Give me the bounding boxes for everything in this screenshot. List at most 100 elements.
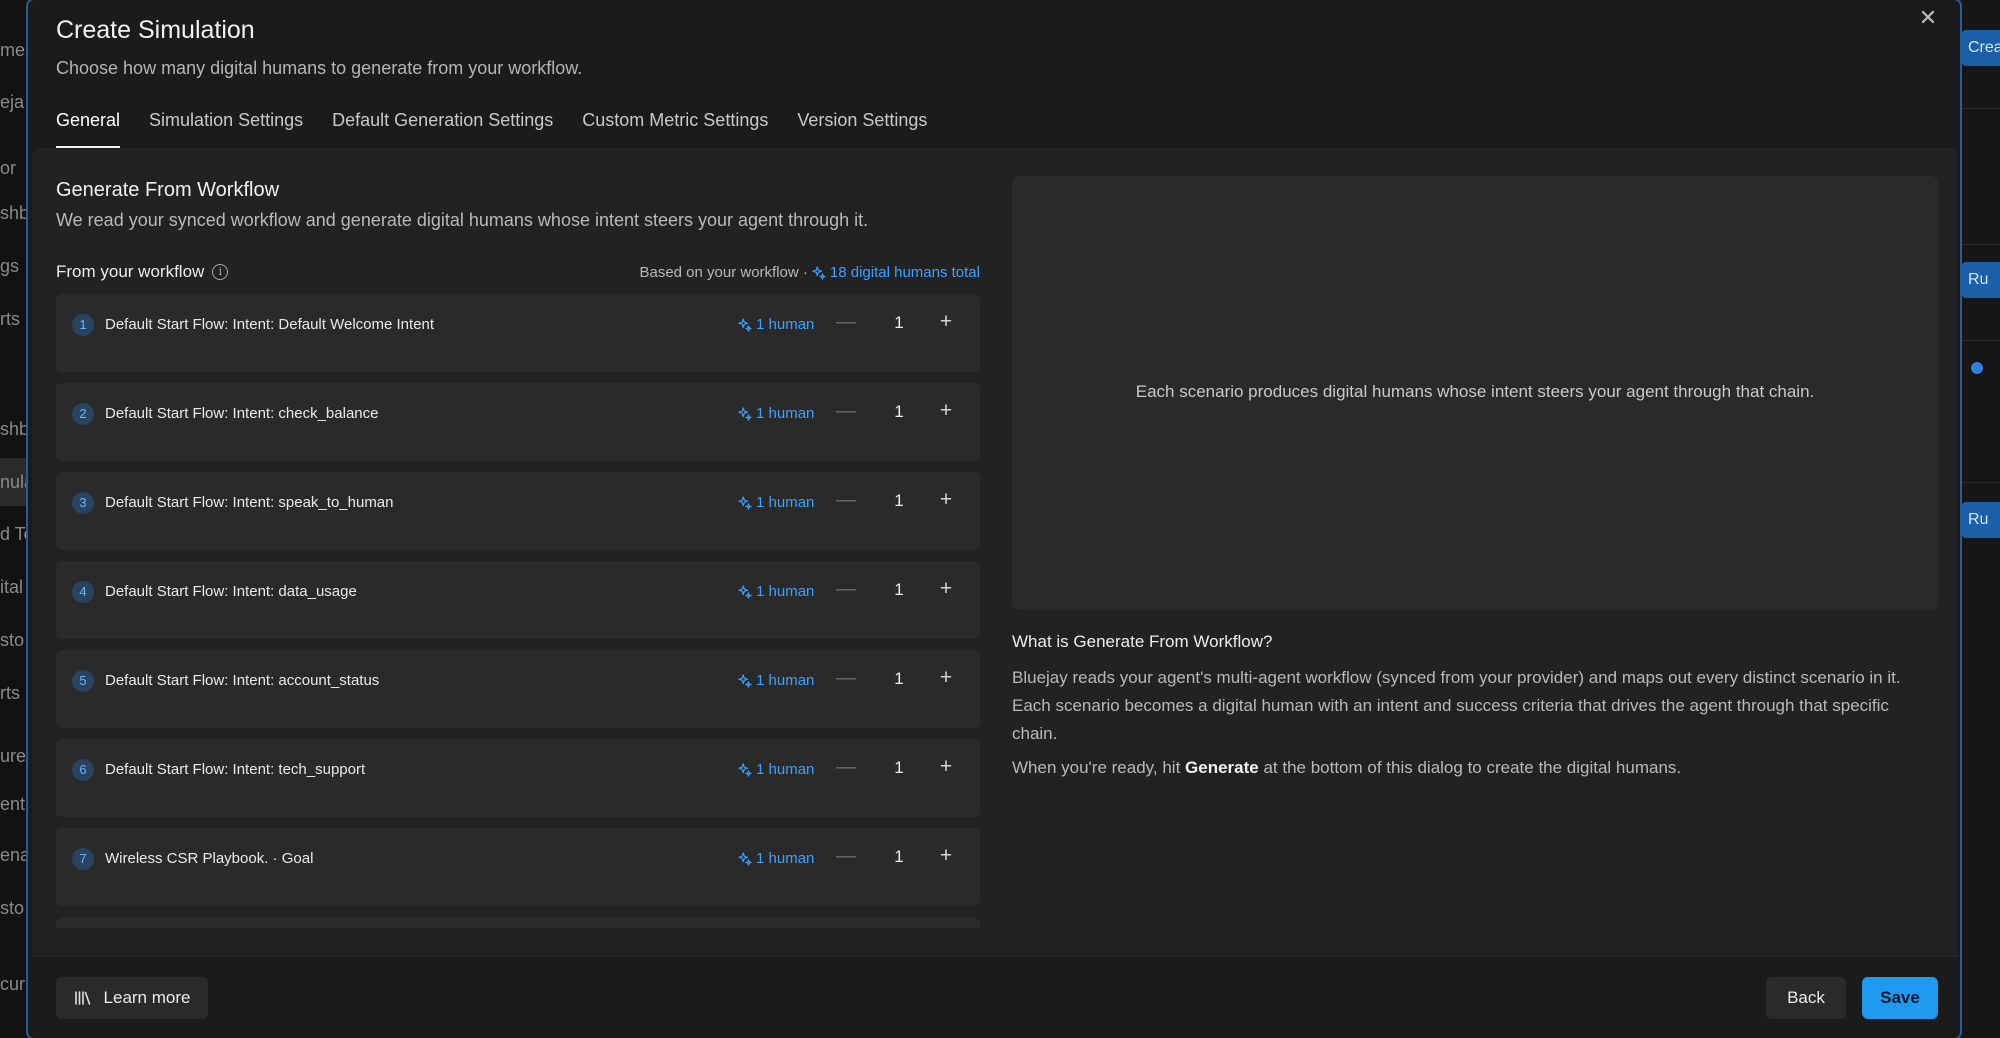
quantity-value[interactable]: 1 xyxy=(886,844,912,870)
background-sidebar-text: cur xyxy=(0,974,26,994)
decrement-button[interactable]: — xyxy=(834,575,858,603)
background-main: Creat Ru Ru xyxy=(1962,0,2000,1038)
humans-link[interactable]: 1 human xyxy=(738,405,814,422)
humans-count-text: 1 human xyxy=(756,583,815,600)
increment-button[interactable]: + xyxy=(934,308,958,336)
background-sidebar-text: sto xyxy=(0,630,25,650)
background-sidebar-text: ent xyxy=(0,794,26,814)
tab-custom-metric-settings[interactable]: Custom Metric Settings xyxy=(582,110,768,148)
tab-simulation-settings[interactable]: Simulation Settings xyxy=(149,110,303,148)
close-icon[interactable]: ✕ xyxy=(1914,4,1942,32)
humans-link[interactable]: 1 human xyxy=(738,316,814,333)
scenario-label: Default Start Flow: Intent: Default Welc… xyxy=(105,316,435,333)
preview-text: Each scenario produces digital humans wh… xyxy=(1135,382,1815,401)
learn-more-label: Learn more xyxy=(103,988,191,1007)
quantity-value[interactable]: 1 xyxy=(886,310,912,336)
based-on-text: Based on your workflow · xyxy=(639,264,808,281)
quantity-value[interactable]: 1 xyxy=(886,399,912,425)
quantity-value[interactable]: 1 xyxy=(886,666,912,692)
tab-version-settings[interactable]: Version Settings xyxy=(797,110,927,148)
scenario-label: Default Start Flow: Intent: account_stat… xyxy=(105,672,380,689)
background-sidebar-text: rts xyxy=(0,683,20,703)
workflow-summary: Based on your workflow · 18 digital huma… xyxy=(639,264,980,281)
learn-more-button[interactable]: Learn more xyxy=(56,977,208,1019)
library-icon xyxy=(74,991,90,1005)
decrement-button[interactable]: — xyxy=(834,486,858,514)
increment-button[interactable]: + xyxy=(934,753,958,781)
humans-link[interactable]: 1 human xyxy=(738,850,814,867)
help-instructions: When you're ready, hit Generate at the b… xyxy=(1012,754,1938,782)
background-sidebar-text: sto xyxy=(0,898,25,918)
increment-button[interactable]: + xyxy=(934,575,958,603)
create-simulation-dialog: ✕ Create Simulation Choose how many digi… xyxy=(26,0,1962,1038)
humans-count-text: 1 human xyxy=(756,405,815,422)
background-sidebar-text: or xyxy=(0,158,17,178)
scenario-label: Wireless CSR Playbook. · Goal xyxy=(105,850,314,867)
humans-count-text: 1 human xyxy=(756,316,815,333)
background-sidebar-text: ital xyxy=(0,577,24,597)
decrement-button[interactable]: — xyxy=(834,664,858,692)
sparkle-icon xyxy=(812,265,826,280)
quantity-value[interactable]: 1 xyxy=(886,577,912,603)
scenario-number: 1 xyxy=(72,314,94,336)
workflow-label: From your workflow xyxy=(56,262,205,281)
background-sidebar-text: nula xyxy=(0,472,28,492)
help-instructions-post: at the bottom of this dialog to create t… xyxy=(1258,758,1682,777)
increment-button[interactable]: + xyxy=(934,842,958,870)
sparkle-icon xyxy=(738,851,752,866)
sparkle-icon xyxy=(738,762,752,777)
scenario-label: Default Start Flow: Intent: data_usage xyxy=(105,583,357,600)
decrement-button[interactable]: — xyxy=(834,842,858,870)
increment-button[interactable]: + xyxy=(934,486,958,514)
background-create-button: Creat xyxy=(1962,30,2000,66)
decrement-button[interactable]: — xyxy=(834,397,858,425)
scenario-number: 7 xyxy=(72,848,94,870)
info-icon[interactable]: i xyxy=(212,264,229,280)
scenario-label: Default Start Flow: Intent: tech_support xyxy=(105,761,366,778)
humans-count-text: 1 human xyxy=(756,494,815,511)
background-divider xyxy=(1962,340,2000,341)
humans-count-text: 1 human xyxy=(756,850,815,867)
scenario-row: 4 Default Start Flow: Intent: data_usage 1… xyxy=(56,561,980,639)
scenario-number: 6 xyxy=(72,759,94,781)
back-button[interactable]: Back xyxy=(1766,977,1846,1019)
scenario-row: 3 Default Start Flow: Intent: speak_to_hu… xyxy=(56,472,980,550)
background-divider xyxy=(1962,108,2000,109)
section-description: We read your synced workflow and generat… xyxy=(56,210,869,230)
background-run-button: Ru xyxy=(1962,262,2000,298)
humans-link[interactable]: 1 human xyxy=(738,761,814,778)
background-sidebar-text: shb xyxy=(0,419,28,439)
scenario-label: Default Start Flow: Intent: check_balanc… xyxy=(105,405,379,422)
background-sidebar: me eja or shb gs rts shb nula d Te ital … xyxy=(0,0,28,1038)
background-sidebar-text: gs xyxy=(0,256,20,276)
scenario-row: 6 Default Start Flow: Intent: tech_suppor… xyxy=(56,739,980,817)
dialog-subtitle: Choose how many digital humans to genera… xyxy=(56,58,583,78)
dialog-footer: Learn more Back Save xyxy=(32,956,1958,1038)
workflow-header: From your workflow i xyxy=(56,262,229,282)
background-sidebar-text: ena xyxy=(0,845,28,865)
scenario-row: 2 Default Start Flow: Intent: check_balan… xyxy=(56,383,980,461)
decrement-button[interactable]: — xyxy=(834,308,858,336)
quantity-value[interactable]: 1 xyxy=(886,488,912,514)
help-instructions-pre: When you're ready, hit xyxy=(1012,758,1186,777)
humans-link[interactable]: 1 human xyxy=(738,672,814,689)
increment-button[interactable]: + xyxy=(934,664,958,692)
general-tab-content: Generate From Workflow We read your sync… xyxy=(32,148,1958,956)
sparkle-icon xyxy=(738,317,752,332)
tab-general[interactable]: General xyxy=(56,110,121,148)
decrement-button[interactable]: — xyxy=(834,753,858,781)
background-divider xyxy=(1962,244,2000,245)
background-sidebar-text: d Te xyxy=(0,524,28,544)
sparkle-icon xyxy=(738,406,752,421)
scenario-number: 5 xyxy=(72,670,94,692)
humans-link[interactable]: 1 human xyxy=(738,583,814,600)
quantity-value[interactable]: 1 xyxy=(886,755,912,781)
background-sidebar-text: rts xyxy=(0,309,20,329)
scenario-label: Default Start Flow: Intent: speak_to_hum… xyxy=(105,494,394,511)
total-humans-link[interactable]: 18 digital humans total xyxy=(812,264,980,281)
save-button[interactable]: Save xyxy=(1862,977,1938,1019)
increment-button[interactable]: + xyxy=(934,397,958,425)
humans-link[interactable]: 1 human xyxy=(738,494,814,511)
sparkle-icon xyxy=(738,584,752,599)
tab-default-generation-settings[interactable]: Default Generation Settings xyxy=(332,110,553,148)
